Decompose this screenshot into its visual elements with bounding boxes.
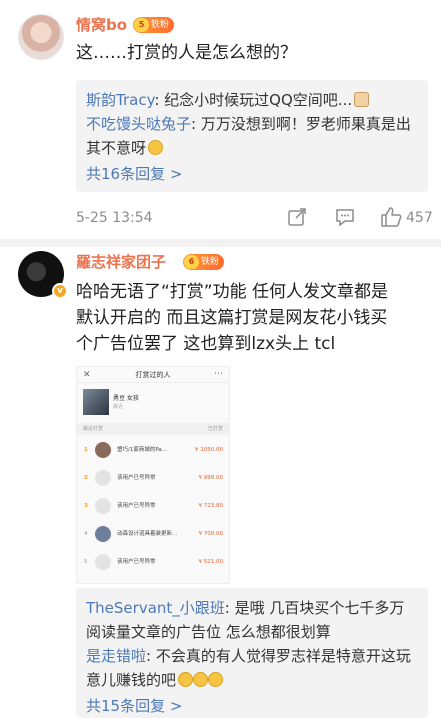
reward-amount: ¥ 521.00 bbox=[198, 559, 224, 565]
close-icon: ✕ bbox=[83, 370, 91, 380]
avatar bbox=[95, 526, 111, 542]
avatar bbox=[95, 470, 111, 486]
avatar bbox=[95, 498, 111, 514]
smile-emoji-icon bbox=[148, 140, 164, 155]
reward-name: 该用户已号异常 bbox=[117, 503, 156, 509]
section-label: 最近打赏 bbox=[83, 426, 104, 432]
screenshot-section: 最近打赏 已打赏 bbox=[77, 423, 229, 435]
more-replies-link[interactable]: 共16条回复 > bbox=[86, 162, 418, 186]
screenshot-author-sub: 最近 bbox=[113, 404, 124, 410]
reply-item: 斯韵Tracy: 纪念小时候玩过QQ空间吧... bbox=[86, 88, 418, 112]
fan-badge-level: 6 bbox=[184, 255, 199, 269]
divider bbox=[0, 239, 441, 247]
avatar bbox=[95, 554, 111, 570]
reward-amount: ¥ 723.80 bbox=[198, 503, 224, 509]
comment-1: 情窝bo 5 铁粉 这……打赏的人是怎么想的？ 斯韵Tracy: 纪念小时候玩过Q… bbox=[0, 0, 441, 240]
reward-name: 该用户已号异常 bbox=[117, 559, 156, 565]
avatar[interactable] bbox=[18, 14, 64, 60]
rank: 3 bbox=[84, 503, 88, 509]
comment-time: 5-25 13:54 bbox=[76, 210, 153, 226]
reward-row: 3 该用户已号异常 ¥ 723.80 bbox=[77, 495, 229, 517]
section-right: 已打赏 bbox=[207, 426, 223, 432]
reward-name: 该用户已号异常 bbox=[117, 475, 156, 481]
reply-author[interactable]: 斯韵Tracy bbox=[86, 91, 154, 109]
reward-name: 塑巧/1家商城的Pa... bbox=[117, 447, 168, 453]
reply-item: 不吃馒头哒兔子: 万万没想到啊！罗老师果真是出其不意呀 bbox=[86, 112, 418, 160]
reward-amount: ¥ 1050.00 bbox=[195, 447, 223, 453]
reward-amount: ¥ 999.00 bbox=[198, 475, 224, 481]
reply-author[interactable]: TheServant_小跟班 bbox=[86, 599, 225, 617]
scream-emoji-icon bbox=[193, 672, 209, 687]
comment-text-line: 默认开启的 而且这篇打赏是网友花小钱买 bbox=[76, 308, 388, 328]
article-thumbnail bbox=[83, 389, 109, 415]
reward-amount: ¥ 700.00 bbox=[198, 531, 224, 537]
like-count: 457 bbox=[406, 210, 433, 226]
reply-text: : 纪念小时候玩过QQ空间吧... bbox=[154, 91, 353, 109]
share-icon[interactable] bbox=[286, 206, 308, 232]
screenshot-header: ✕ 打赏过的人 ⋯ bbox=[77, 367, 229, 383]
comment-text: 这……打赏的人是怎么想的？ bbox=[76, 43, 297, 63]
reward-row: 4 动森设计道具着装更新... ¥ 700.00 bbox=[77, 523, 229, 545]
embedded-screenshot[interactable]: ✕ 打赏过的人 ⋯ 勇豆 女孩 最近 最近打赏 已打赏 1 塑巧/1家商城的Pa… bbox=[76, 366, 230, 584]
reply-author[interactable]: 不吃馒头哒兔子 bbox=[86, 115, 191, 133]
screenshot-author: 勇豆 女孩 bbox=[113, 395, 139, 402]
dog-emoji-icon bbox=[354, 92, 370, 107]
fan-badge: 6 铁粉 bbox=[183, 254, 225, 270]
reward-name: 动森设计道具着装更新... bbox=[117, 531, 178, 537]
fan-badge-label: 铁粉 bbox=[201, 257, 220, 267]
rank: 2 bbox=[84, 475, 88, 481]
fan-badge: 5 铁粉 bbox=[133, 17, 175, 33]
rank: 4 bbox=[84, 531, 88, 537]
rank: 1 bbox=[84, 447, 88, 453]
scream-emoji-icon bbox=[178, 672, 194, 687]
comment-text-line: 哈哈无语了“打赏”功能 任何人发文章都是 bbox=[76, 282, 389, 302]
screenshot-title: 打赏过的人 bbox=[135, 371, 171, 379]
avatar bbox=[95, 442, 111, 458]
comment-text-line: 个广告位罢了 这也算到lzx头上 tcl bbox=[76, 334, 336, 354]
comment-username[interactable]: 羅志祥家团子 bbox=[76, 253, 166, 271]
reply-icon[interactable] bbox=[334, 206, 356, 232]
reward-row: 2 该用户已号异常 ¥ 999.00 bbox=[77, 467, 229, 489]
fan-badge-level: 5 bbox=[134, 18, 149, 32]
comment-meta: 5-25 13:54 457 bbox=[76, 206, 433, 232]
reply-box[interactable]: 斯韵Tracy: 纪念小时候玩过QQ空间吧... 不吃馒头哒兔子: 万万没想到啊… bbox=[76, 80, 428, 192]
comment-text: 哈哈无语了“打赏”功能 任何人发文章都是 默认开启的 而且这篇打赏是网友花小钱买… bbox=[76, 279, 436, 357]
verified-icon: v bbox=[52, 283, 68, 299]
rank: 5 bbox=[84, 559, 88, 565]
reply-item: TheServant_小跟班: 是哦 几百块买个七千多万阅读量文章的广告位 怎么… bbox=[86, 596, 418, 644]
comment-username[interactable]: 情窝bo bbox=[76, 16, 127, 34]
reward-row: 5 该用户已号异常 ¥ 521.00 bbox=[77, 551, 229, 573]
reply-author[interactable]: 是走错啦 bbox=[86, 647, 146, 665]
fan-badge-label: 铁粉 bbox=[151, 20, 170, 30]
reply-item: 是走错啦: 不会真的有人觉得罗志祥是特意开这玩意儿赚钱的吧 bbox=[86, 644, 418, 692]
like-icon[interactable] bbox=[379, 206, 403, 232]
reply-box[interactable]: TheServant_小跟班: 是哦 几百块买个七千多万阅读量文章的广告位 怎么… bbox=[76, 588, 428, 718]
scream-emoji-icon bbox=[208, 672, 224, 687]
reward-row: 1 塑巧/1家商城的Pa... ¥ 1050.00 bbox=[77, 439, 229, 461]
more-icon: ⋯ bbox=[214, 369, 223, 379]
more-replies-link[interactable]: 共15条回复 > bbox=[86, 694, 418, 718]
